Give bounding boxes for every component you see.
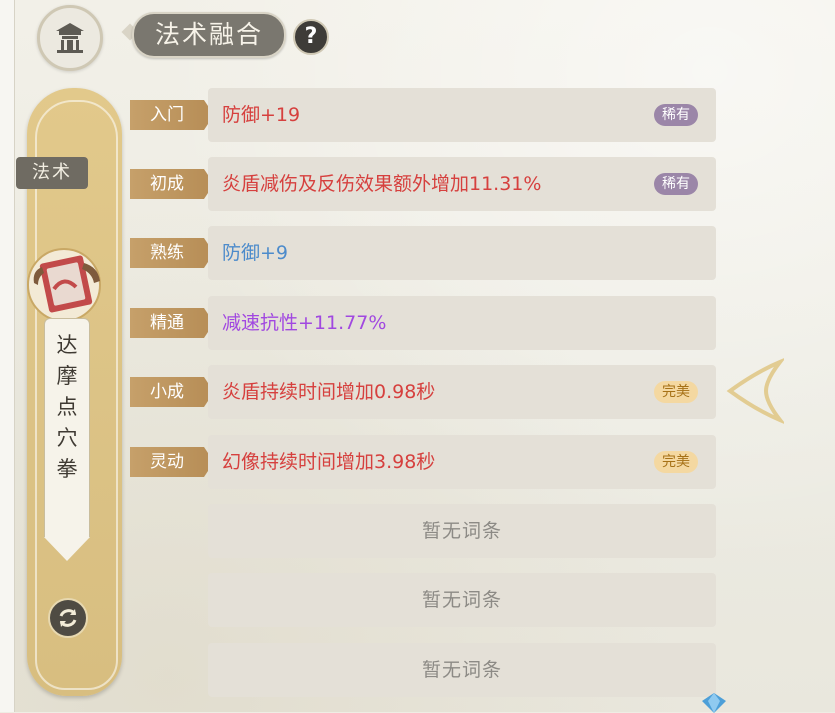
- empty-row-2[interactable]: 暂无词条: [208, 573, 716, 627]
- attribute-row-2[interactable]: 炎盾减伤及反伤效果额外增加11.31% 稀有: [208, 157, 716, 211]
- stage-tag-1: 入门: [130, 100, 214, 130]
- attribute-text: 炎盾减伤及反伤效果额外增加11.31%: [222, 173, 542, 195]
- attribute-row-1[interactable]: 防御+19 稀有: [208, 88, 716, 142]
- stage-tag-3: 熟练: [130, 238, 214, 268]
- empty-row-1[interactable]: 暂无词条: [208, 504, 716, 558]
- stage-tag-2: 初成: [130, 169, 214, 199]
- pavilion-icon: [56, 23, 84, 53]
- stage-tag-4: 精通: [130, 308, 214, 338]
- rarity-badge: 稀有: [654, 104, 698, 126]
- gem-icon: [702, 693, 726, 713]
- attribute-text: 防御+9: [222, 242, 289, 264]
- attribute-text: 炎盾持续时间增加0.98秒: [222, 381, 436, 403]
- attribute-text: 减速抗性+11.77%: [222, 312, 387, 334]
- attribute-row-3[interactable]: 防御+9: [208, 226, 716, 280]
- switch-skill-button[interactable]: [48, 598, 88, 638]
- attribute-row-4[interactable]: 减速抗性+11.77%: [208, 296, 716, 350]
- page-title: 法术融合: [132, 12, 286, 58]
- skill-name: 达摩点穴拳: [56, 333, 78, 481]
- rarity-badge: 完美: [654, 381, 698, 403]
- attribute-row-5[interactable]: 炎盾持续时间增加0.98秒 完美: [208, 365, 716, 419]
- stage-tag-6: 灵动: [130, 447, 214, 477]
- attribute-text: 幻像持续时间增加3.98秒: [222, 451, 436, 473]
- stage-tag-5: 小成: [130, 377, 214, 407]
- attribute-text: 防御+19: [222, 104, 301, 126]
- currency-count: [744, 702, 814, 712]
- home-button[interactable]: [37, 5, 103, 71]
- chevron-left-icon[interactable]: [726, 358, 784, 424]
- empty-row-text: 暂无词条: [421, 520, 502, 542]
- attribute-row-6[interactable]: 幻像持续时间增加3.98秒 完美: [208, 435, 716, 489]
- rarity-badge: 完美: [654, 451, 698, 473]
- empty-row-text: 暂无词条: [421, 589, 502, 611]
- rarity-badge: 稀有: [654, 173, 698, 195]
- help-button[interactable]: ?: [293, 19, 329, 55]
- skill-book-icon[interactable]: [24, 245, 116, 323]
- empty-row-text: 暂无词条: [421, 659, 502, 681]
- switch-icon: [59, 609, 77, 627]
- left-edge-strip: [0, 0, 15, 712]
- empty-row-3[interactable]: 暂无词条: [208, 643, 716, 697]
- category-tab[interactable]: 法术: [16, 157, 88, 189]
